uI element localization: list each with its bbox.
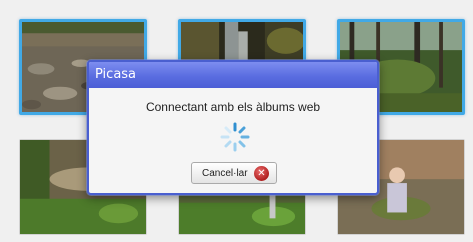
loading-spinner-icon (220, 122, 250, 152)
dialog-message: Connectant amb els àlbums web (145, 100, 321, 114)
connecting-dialog: Picasa Connectant amb els àlbums web Can… (87, 60, 379, 195)
cancel-x-icon: ✕ (254, 166, 269, 181)
cancel-label: Cancel·lar (202, 168, 248, 179)
dialog-title: Picasa (89, 62, 377, 88)
cancel-button[interactable]: Cancel·lar ✕ (191, 162, 277, 184)
